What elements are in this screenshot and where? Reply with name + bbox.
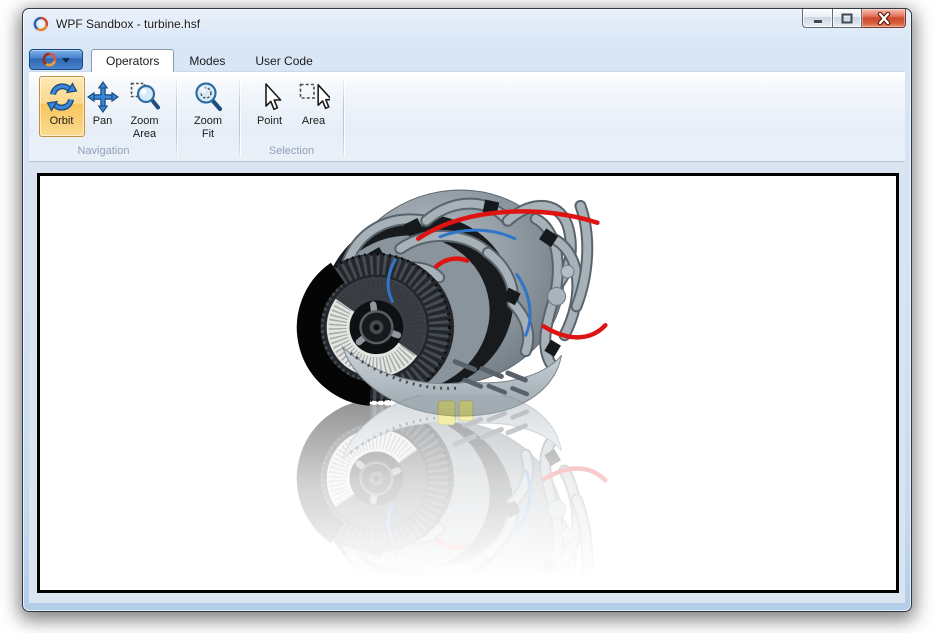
area-cursor-icon: [298, 81, 330, 113]
ribbon-group-separator: [239, 78, 240, 157]
orbit-button-label: Orbit: [50, 115, 74, 128]
caption-buttons: [802, 9, 906, 28]
maximize-icon: [839, 11, 855, 26]
point-select-button-label: Point: [257, 115, 282, 128]
zoom-area-button[interactable]: Zoom Area: [121, 76, 169, 143]
minimize-button[interactable]: [802, 9, 832, 28]
close-icon: [876, 11, 892, 26]
ribbon-group-label-selection: Selection: [242, 144, 341, 161]
ribbon-group-selection: Point Area Selection: [242, 76, 341, 161]
ribbon-group-separator: [176, 78, 177, 157]
close-button[interactable]: [862, 9, 906, 28]
application-menu-button[interactable]: [29, 49, 83, 70]
orbit-button[interactable]: Orbit: [39, 76, 85, 137]
turbine-model: [299, 176, 606, 416]
ribbon-group-zoom-fit: Zoom Fit: [179, 76, 237, 161]
swirl-logo-icon: [33, 16, 49, 32]
ribbon-group-separator: [343, 78, 344, 157]
viewport-3d[interactable]: [37, 173, 899, 593]
point-cursor-icon: [254, 81, 286, 113]
ribbon-group-navigation: Orbit Pan: [33, 76, 174, 161]
zoom-area-icon: [129, 81, 161, 113]
turbine-reflection: [299, 390, 606, 590]
titlebar: WPF Sandbox - turbine.hsf: [23, 9, 911, 49]
ribbon: Orbit Pan: [29, 71, 905, 162]
zoom-fit-button-label: Zoom Fit: [187, 115, 229, 140]
maximize-button[interactable]: [832, 9, 862, 28]
app-window: WPF Sandbox - turbine.hsf: [22, 8, 912, 612]
area-select-button[interactable]: Area: [292, 76, 336, 137]
zoom-fit-button[interactable]: Zoom Fit: [184, 76, 232, 143]
zoom-area-button-label: Zoom Area: [124, 115, 166, 140]
area-select-button-label: Area: [302, 115, 325, 128]
tab-modes[interactable]: Modes: [174, 49, 240, 71]
pan-button-label: Pan: [93, 115, 113, 128]
pan-icon: [87, 81, 119, 113]
tab-user-code[interactable]: User Code: [240, 49, 327, 71]
ribbon-group-label-empty: [179, 144, 237, 161]
ribbon-tab-row: Operators Modes User Code: [29, 49, 905, 71]
orbit-icon: [46, 81, 78, 113]
tab-operators[interactable]: Operators: [91, 49, 174, 72]
swirl-logo-icon: [42, 52, 57, 67]
minimize-icon: [810, 11, 826, 26]
ribbon-group-label-navigation: Navigation: [33, 144, 174, 161]
turbine-model-svg: [40, 176, 896, 590]
pan-button[interactable]: Pan: [85, 76, 121, 137]
point-select-button[interactable]: Point: [248, 76, 292, 137]
zoom-fit-icon: [192, 81, 224, 113]
window-title: WPF Sandbox - turbine.hsf: [56, 17, 200, 31]
client-area: [29, 162, 905, 603]
chevron-down-icon: [62, 58, 70, 63]
